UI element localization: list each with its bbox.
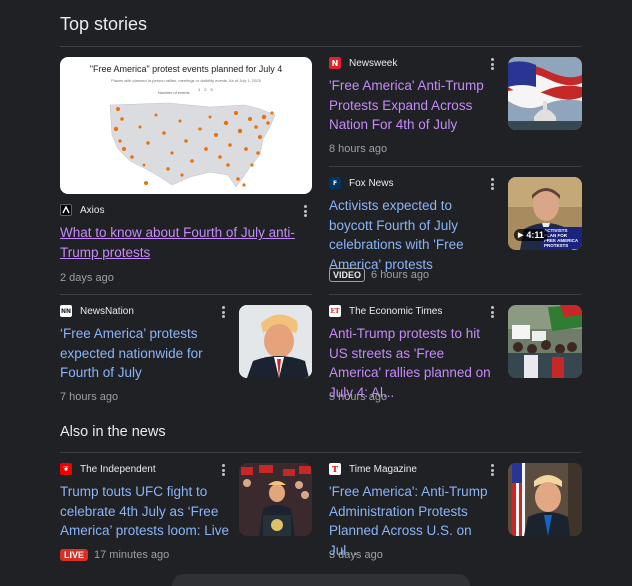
more-options-icon[interactable] (490, 178, 494, 190)
section-title-top-stories: Top stories (60, 14, 148, 34)
source-name: The Economic Times (349, 305, 443, 317)
protest-crowd-image (508, 305, 582, 378)
source-newsweek[interactable]: N Newsweek (329, 57, 397, 69)
story-title[interactable]: What to know about Fourth of July anti-T… (60, 223, 304, 262)
story-time: 8 hours ago (329, 143, 388, 155)
trump-flag-image (508, 463, 582, 536)
source-name: Time Magazine (349, 463, 417, 475)
story-thumbnail[interactable] (508, 305, 582, 378)
story-title[interactable]: Activists expected to boycott Fourth of … (329, 196, 499, 274)
source-newsnation[interactable]: NN NewsNation (60, 305, 134, 317)
flag-capitol-image (508, 57, 582, 130)
story-thumbnail[interactable] (508, 463, 582, 536)
source-fox-news[interactable]: F Fox News (329, 177, 393, 189)
more-options-icon[interactable] (221, 464, 225, 476)
source-independent[interactable]: ❦ The Independent (60, 463, 156, 475)
source-name: Axios (80, 204, 105, 216)
story-meta: LIVE 17 minutes ago (60, 549, 169, 561)
story-meta: VIDEO 6 hours ago (329, 268, 429, 282)
divider (60, 46, 581, 47)
bottom-button[interactable] (172, 574, 470, 586)
video-badge: VIDEO (329, 268, 366, 282)
source-name: Newsweek (349, 57, 398, 69)
story-time: 5 hours ago (329, 391, 388, 403)
video-duration: ▶ 4:11 (514, 229, 548, 241)
fox-news-logo-icon: F (329, 177, 341, 189)
featured-map-image[interactable]: "Free America" protest events planned fo… (60, 57, 312, 194)
divider (60, 452, 581, 453)
economic-times-logo-icon: ET (329, 305, 341, 317)
source-time-magazine[interactable]: T Time Magazine (329, 463, 417, 475)
time-logo-icon: T (329, 463, 341, 475)
newsweek-logo-icon: N (329, 57, 341, 69)
more-options-icon[interactable] (490, 58, 494, 70)
video-thumbnail[interactable]: ACTIVISTS PLAN FOR FREE AMERICA PROTESTS… (508, 177, 582, 250)
story-thumbnail[interactable] (239, 305, 312, 378)
axios-logo-icon (60, 204, 72, 216)
us-map (109, 102, 276, 188)
live-badge: LIVE (60, 549, 89, 561)
story-title[interactable]: ‘Free America’ protests expected nationw… (60, 324, 230, 383)
trump-portrait-image (239, 305, 312, 378)
source-economic-times[interactable]: ET The Economic Times (329, 305, 442, 317)
divider (329, 166, 581, 167)
story-title[interactable]: 'Free America' Anti-Trump Protests Expan… (329, 76, 499, 135)
story-time: 7 hours ago (60, 391, 119, 403)
story-time: 6 hours ago (371, 269, 430, 281)
more-options-icon[interactable] (490, 464, 494, 476)
more-options-icon[interactable] (221, 306, 225, 318)
story-time: 2 days ago (60, 272, 114, 284)
story-thumbnail[interactable] (508, 57, 582, 130)
story-title[interactable]: Trump touts UFC fight to celebrate 4th J… (60, 482, 230, 541)
source-name: NewsNation (80, 305, 134, 317)
source-name: The Independent (80, 463, 156, 475)
play-icon: ▶ (518, 232, 524, 239)
newsnation-logo-icon: NN (60, 305, 72, 317)
rally-image (239, 463, 312, 536)
divider (329, 294, 581, 295)
chyron-text: ACTIVISTS PLAN FOR FREE AMERICA PROTESTS (542, 227, 582, 249)
source-name: Fox News (349, 177, 394, 189)
story-thumbnail[interactable] (239, 463, 312, 536)
source-axios[interactable]: Axios (60, 204, 104, 216)
section-title-also-in-news: Also in the news (60, 424, 166, 440)
story-time: 3 days ago (329, 549, 383, 561)
divider (60, 294, 312, 295)
independent-logo-icon: ❦ (60, 463, 72, 475)
more-options-icon[interactable] (490, 306, 494, 318)
story-time: 17 minutes ago (94, 549, 170, 561)
more-options-icon[interactable] (303, 205, 307, 217)
